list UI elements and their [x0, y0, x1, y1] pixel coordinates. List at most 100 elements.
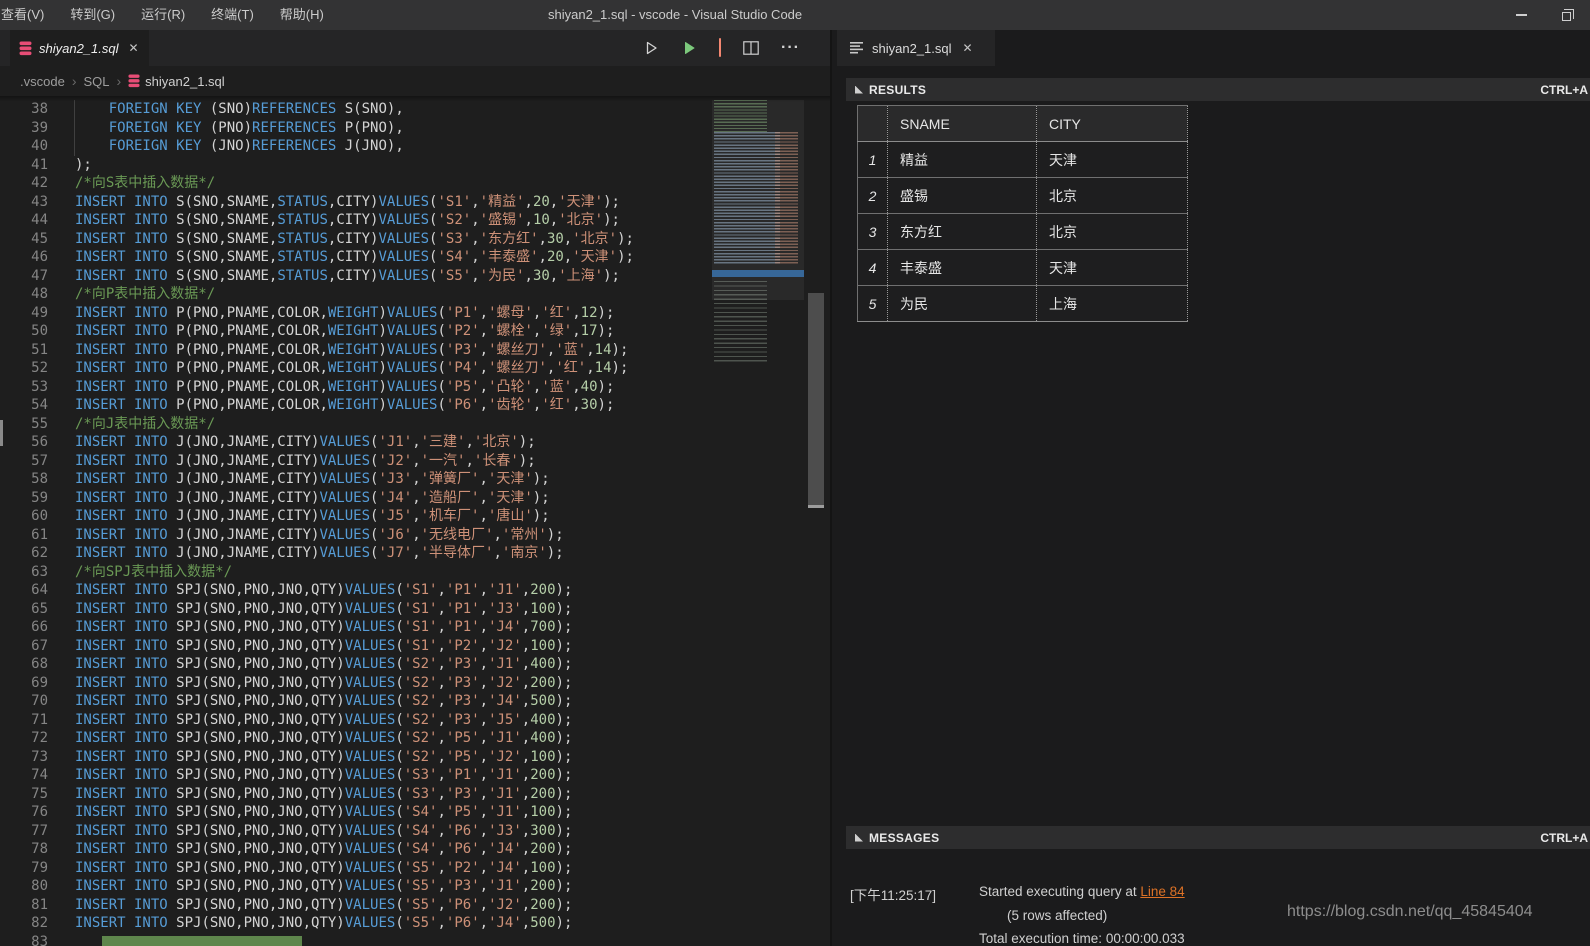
table-cell-sname[interactable]: 盛锡 — [888, 178, 1037, 214]
row-number-cell[interactable]: 1 — [858, 142, 888, 178]
run-query-button[interactable] — [643, 40, 659, 56]
code-line[interactable]: 54INSERT INTO P(PNO,PNAME,COLOR,WEIGHT)V… — [0, 396, 634, 415]
column-header[interactable] — [858, 106, 888, 142]
code-line[interactable]: 66INSERT INTO SPJ(SNO,PNO,JNO,QTY)VALUES… — [0, 618, 634, 637]
messages-section-header[interactable]: MESSAGES CTRL+A — [846, 826, 1590, 849]
code-line[interactable]: 51INSERT INTO P(PNO,PNAME,COLOR,WEIGHT)V… — [0, 341, 634, 360]
code-line[interactable]: 38 FOREIGN KEY (SNO)REFERENCES S(SNO), — [0, 100, 634, 119]
title-bar: 查看(V)转到(G)运行(R)终端(T)帮助(H) shiyan2_1.sql … — [0, 0, 1590, 30]
row-number-cell[interactable]: 5 — [858, 286, 888, 322]
scrollbar-thumb[interactable] — [808, 293, 824, 505]
line-84-link[interactable]: Line 84 — [1140, 884, 1184, 899]
editor-tab[interactable]: shiyan2_1.sql ✕ — [10, 30, 149, 66]
code-line[interactable]: 53INSERT INTO P(PNO,PNAME,COLOR,WEIGHT)V… — [0, 378, 634, 397]
split-editor-button[interactable] — [743, 41, 759, 55]
code-line[interactable]: 41); — [0, 156, 634, 175]
more-actions-button[interactable]: ··· — [781, 43, 800, 53]
code-line[interactable]: 58INSERT INTO J(JNO,JNAME,CITY)VALUES('J… — [0, 470, 634, 489]
code-line[interactable]: 79INSERT INTO SPJ(SNO,PNO,JNO,QTY)VALUES… — [0, 859, 634, 878]
code-line[interactable]: 82INSERT INTO SPJ(SNO,PNO,JNO,QTY)VALUES… — [0, 914, 634, 933]
code-line[interactable]: 70INSERT INTO SPJ(SNO,PNO,JNO,QTY)VALUES… — [0, 692, 634, 711]
table-row[interactable]: 2盛锡北京 — [858, 178, 1188, 214]
code-text: INSERT INTO SPJ(SNO,PNO,JNO,QTY)VALUES('… — [75, 674, 572, 693]
code-line[interactable]: 65INSERT INTO SPJ(SNO,PNO,JNO,QTY)VALUES… — [0, 600, 634, 619]
code-line[interactable]: 47INSERT INTO S(SNO,SNAME,STATUS,CITY)VA… — [0, 267, 634, 286]
table-cell-city[interactable]: 上海 — [1037, 286, 1188, 322]
minimap-slider[interactable] — [712, 100, 804, 300]
restore-button[interactable] — [1544, 0, 1590, 30]
menu-item[interactable]: 终端(T) — [198, 0, 267, 30]
code-line[interactable]: 83 — [0, 933, 634, 946]
code-line[interactable]: 59INSERT INTO J(JNO,JNAME,CITY)VALUES('J… — [0, 489, 634, 508]
breadcrumb-item[interactable]: SQL — [83, 74, 109, 89]
table-row[interactable]: 5为民上海 — [858, 286, 1188, 322]
row-number-cell[interactable]: 2 — [858, 178, 888, 214]
code-text: INSERT INTO P(PNO,PNAME,COLOR,WEIGHT)VAL… — [75, 378, 614, 397]
menu-item[interactable]: 运行(R) — [128, 0, 198, 30]
code-line[interactable]: 78INSERT INTO SPJ(SNO,PNO,JNO,QTY)VALUES… — [0, 840, 634, 859]
code-line[interactable]: 76INSERT INTO SPJ(SNO,PNO,JNO,QTY)VALUES… — [0, 803, 634, 822]
menu-item[interactable]: 转到(G) — [57, 0, 128, 30]
table-row[interactable]: 4丰泰盛天津 — [858, 250, 1188, 286]
code-line[interactable]: 67INSERT INTO SPJ(SNO,PNO,JNO,QTY)VALUES… — [0, 637, 634, 656]
table-cell-sname[interactable]: 丰泰盛 — [888, 250, 1037, 286]
code-line[interactable]: 52INSERT INTO P(PNO,PNAME,COLOR,WEIGHT)V… — [0, 359, 634, 378]
code-line[interactable]: 73INSERT INTO SPJ(SNO,PNO,JNO,QTY)VALUES… — [0, 748, 634, 767]
code-line[interactable]: 63/*向SPJ表中插入数据*/ — [0, 563, 634, 582]
row-number-cell[interactable]: 4 — [858, 250, 888, 286]
code-editor[interactable]: 38 FOREIGN KEY (SNO)REFERENCES S(SNO),39… — [0, 96, 830, 946]
code-line[interactable]: 75INSERT INTO SPJ(SNO,PNO,JNO,QTY)VALUES… — [0, 785, 634, 804]
code-line[interactable]: 62INSERT INTO J(JNO,JNAME,CITY)VALUES('J… — [0, 544, 634, 563]
results-panel-tab[interactable]: shiyan2_1.sql ✕ — [837, 30, 995, 66]
panel-tab-close-icon[interactable]: ✕ — [963, 41, 973, 55]
code-line[interactable]: 46INSERT INTO S(SNO,SNAME,STATUS,CITY)VA… — [0, 248, 634, 267]
menu-item[interactable]: 帮助(H) — [267, 0, 337, 30]
minimize-button[interactable] — [1498, 0, 1544, 30]
code-line[interactable]: 45INSERT INTO S(SNO,SNAME,STATUS,CITY)VA… — [0, 230, 634, 249]
results-section-header[interactable]: RESULTS CTRL+A — [846, 78, 1590, 101]
code-line[interactable]: 50INSERT INTO P(PNO,PNAME,COLOR,WEIGHT)V… — [0, 322, 634, 341]
code-line[interactable]: 69INSERT INTO SPJ(SNO,PNO,JNO,QTY)VALUES… — [0, 674, 634, 693]
code-line[interactable]: 77INSERT INTO SPJ(SNO,PNO,JNO,QTY)VALUES… — [0, 822, 634, 841]
code-line[interactable]: 80INSERT INTO SPJ(SNO,PNO,JNO,QTY)VALUES… — [0, 877, 634, 896]
cancel-query-button[interactable] — [719, 39, 721, 57]
breadcrumb-item[interactable]: shiyan2_1.sql — [128, 74, 225, 89]
code-line[interactable]: 74INSERT INTO SPJ(SNO,PNO,JNO,QTY)VALUES… — [0, 766, 634, 785]
table-cell-sname[interactable]: 为民 — [888, 286, 1037, 322]
table-cell-city[interactable]: 天津 — [1037, 142, 1188, 178]
table-cell-city[interactable]: 北京 — [1037, 214, 1188, 250]
minimap[interactable] — [712, 100, 804, 366]
code-line[interactable]: 72INSERT INTO SPJ(SNO,PNO,JNO,QTY)VALUES… — [0, 729, 634, 748]
code-line[interactable]: 42/*向S表中插入数据*/ — [0, 174, 634, 193]
execute-button[interactable] — [681, 40, 697, 56]
code-line[interactable]: 49INSERT INTO P(PNO,PNAME,COLOR,WEIGHT)V… — [0, 304, 634, 323]
table-cell-sname[interactable]: 东方红 — [888, 214, 1037, 250]
code-line[interactable]: 43INSERT INTO S(SNO,SNAME,STATUS,CITY)VA… — [0, 193, 634, 212]
code-line[interactable]: 68INSERT INTO SPJ(SNO,PNO,JNO,QTY)VALUES… — [0, 655, 634, 674]
table-cell-city[interactable]: 天津 — [1037, 250, 1188, 286]
row-number-cell[interactable]: 3 — [858, 214, 888, 250]
code-line[interactable]: 40 FOREIGN KEY (JNO)REFERENCES J(JNO), — [0, 137, 634, 156]
code-line[interactable]: 56INSERT INTO J(JNO,JNAME,CITY)VALUES('J… — [0, 433, 634, 452]
tab-close-icon[interactable]: ✕ — [129, 41, 139, 55]
code-line[interactable]: 48/*向P表中插入数据*/ — [0, 285, 634, 304]
code-line[interactable]: 81INSERT INTO SPJ(SNO,PNO,JNO,QTY)VALUES… — [0, 896, 634, 915]
code-line[interactable]: 55/*向J表中插入数据*/ — [0, 415, 634, 434]
column-header[interactable]: CITY — [1037, 106, 1188, 142]
code-line[interactable]: 64INSERT INTO SPJ(SNO,PNO,JNO,QTY)VALUES… — [0, 581, 634, 600]
table-cell-sname[interactable]: 精益 — [888, 142, 1037, 178]
table-cell-city[interactable]: 北京 — [1037, 178, 1188, 214]
breadcrumb-item[interactable]: .vscode — [20, 74, 65, 89]
code-line[interactable]: 39 FOREIGN KEY (PNO)REFERENCES P(PNO), — [0, 119, 634, 138]
editor-scrollbar[interactable] — [806, 100, 826, 946]
code-line[interactable]: 60INSERT INTO J(JNO,JNAME,CITY)VALUES('J… — [0, 507, 634, 526]
table-row[interactable]: 1精益天津 — [858, 142, 1188, 178]
code-line[interactable]: 44INSERT INTO S(SNO,SNAME,STATUS,CITY)VA… — [0, 211, 634, 230]
code-line[interactable]: 71INSERT INTO SPJ(SNO,PNO,JNO,QTY)VALUES… — [0, 711, 634, 730]
code-line[interactable]: 61INSERT INTO J(JNO,JNAME,CITY)VALUES('J… — [0, 526, 634, 545]
menu-item[interactable]: 查看(V) — [0, 0, 57, 30]
column-header[interactable]: SNAME — [888, 106, 1037, 142]
line-number: 66 — [0, 618, 48, 637]
code-line[interactable]: 57INSERT INTO J(JNO,JNAME,CITY)VALUES('J… — [0, 452, 634, 471]
table-row[interactable]: 3东方红北京 — [858, 214, 1188, 250]
